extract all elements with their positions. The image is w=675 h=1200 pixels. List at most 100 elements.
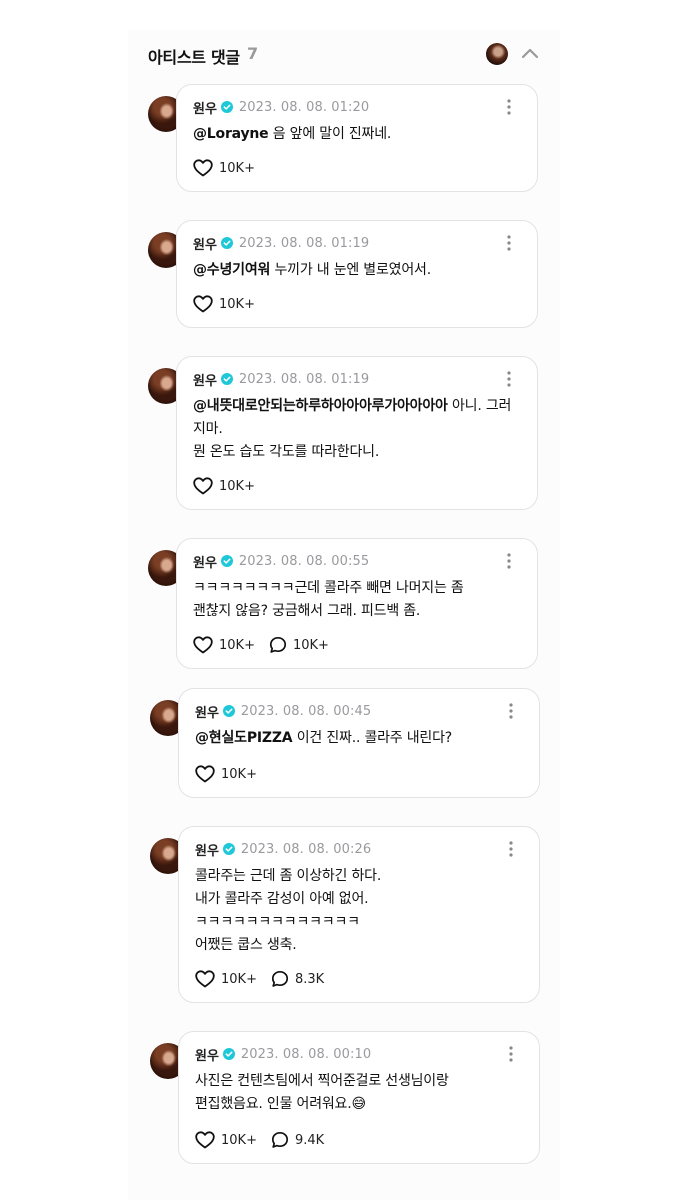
reply-count: 8.3K xyxy=(294,971,325,987)
author-name[interactable]: 원우 xyxy=(195,840,219,859)
author-name[interactable]: 원우 xyxy=(195,702,219,721)
like-count: 10K+ xyxy=(221,971,257,987)
reply-button[interactable]: 9.4K xyxy=(271,1131,324,1149)
comment-bubble-icon xyxy=(269,636,287,653)
verified-badge-icon xyxy=(220,373,233,385)
comment-line: @수녕기여워 누끼가 내 눈엔 별로였어서. xyxy=(193,259,521,282)
more-options-icon[interactable] xyxy=(503,701,519,721)
comment-item: 원우 2023. 08. 08. 00:26 콜라주는 근데 좀 이상하긴 하다. 내… xyxy=(150,826,546,1003)
reply-count: 9.4K xyxy=(294,1132,325,1148)
mention-link[interactable]: @내뜻대로안되는하루하아아아루가아아아아 xyxy=(193,398,448,414)
like-button[interactable]: 10K+ xyxy=(193,159,255,177)
more-options-icon[interactable] xyxy=(503,839,519,859)
more-options-icon[interactable] xyxy=(501,233,517,253)
mention-link[interactable]: @Lorayne xyxy=(193,126,269,142)
comment-item: 원우 2023. 08. 08. 00:55 ㅋㅋㅋㅋㅋㅋㅋㅋ근데 콜라주 빼면 나… xyxy=(148,538,544,669)
chevron-up-icon[interactable] xyxy=(518,42,542,66)
artist-comments-header: 아티스트 댓글 7 xyxy=(148,40,548,70)
header-title: 아티스트 댓글 xyxy=(148,48,240,67)
reply-count: 10K+ xyxy=(292,637,329,653)
comment-date: 2023. 08. 08. 00:55 xyxy=(238,553,370,569)
comment-body: 사진은 컨텐츠팀에서 찍어준걸로 선생님이랑편집했음요. 인물 어려워요.😅 xyxy=(195,1070,523,1116)
heart-icon xyxy=(195,1131,215,1149)
comment-date: 2023. 08. 08. 01:20 xyxy=(238,99,370,115)
mention-link[interactable]: @현실도PIZZA xyxy=(195,730,293,746)
comment-body: @Lorayne 음 앞에 말이 진짜네. xyxy=(193,123,521,146)
comment-card: 원우 2023. 08. 08. 00:55 ㅋㅋㅋㅋㅋㅋㅋㅋ근데 콜라주 빼면 나… xyxy=(176,538,538,669)
comment-bubble-icon xyxy=(271,970,289,987)
comment-date: 2023. 08. 08. 01:19 xyxy=(238,371,370,387)
comment-card: 원우 2023. 08. 08. 00:26 콜라주는 근데 좀 이상하긴 하다. 내… xyxy=(178,826,540,1003)
comment-card: 원우 2023. 08. 08. 01:19 @내뜻대로안되는하루하아아아루가아아아… xyxy=(176,356,538,510)
comment-line: 괜찮지 않음? 궁금해서 그래. 피드백 좀. xyxy=(193,603,421,619)
comment-line: @내뜻대로안되는하루하아아아루가아아아아 아니. 그러지마. xyxy=(193,395,521,441)
verified-badge-icon xyxy=(222,705,235,717)
author-name[interactable]: 원우 xyxy=(193,370,217,389)
comment-line: 편집했음요. 인물 어려워요.😅 xyxy=(195,1096,366,1112)
comment-line: @현실도PIZZA 이건 진짜.. 콜라주 내린다? xyxy=(195,727,523,750)
comment-date: 2023. 08. 08. 00:10 xyxy=(240,1046,372,1062)
verified-badge-icon xyxy=(222,1048,235,1060)
comment-text: 이건 진짜.. 콜라주 내린다? xyxy=(296,730,452,746)
comment-line: 내가 콜라주 감성이 아예 없어. xyxy=(195,891,369,907)
comment-card: 원우 2023. 08. 08. 01:19 @수녕기여워 누끼가 내 눈엔 별로였… xyxy=(176,220,538,328)
comment-meta: 원우 2023. 08. 08. 00:26 xyxy=(195,839,371,859)
comment-body: @내뜻대로안되는하루하아아아루가아아아아 아니. 그러지마. 뭔 온도 습도 각도… xyxy=(193,395,521,464)
comment-card: 원우 2023. 08. 08. 00:10 사진은 컨텐츠팀에서 찍어준걸로 선생… xyxy=(178,1031,540,1164)
heart-icon xyxy=(195,765,215,783)
header-count: 7 xyxy=(247,44,259,63)
more-options-icon[interactable] xyxy=(503,1044,519,1064)
comment-meta: 원우 2023. 08. 08. 01:19 xyxy=(193,233,369,253)
like-button[interactable]: 10K+ xyxy=(195,765,257,783)
more-options-icon[interactable] xyxy=(501,551,517,571)
verified-badge-icon xyxy=(220,555,233,567)
comment-meta: 원우 2023. 08. 08. 00:10 xyxy=(195,1044,371,1064)
like-count: 10K+ xyxy=(219,160,255,176)
like-count: 10K+ xyxy=(221,766,257,782)
comment-actions: 10K+ 8.3K xyxy=(195,968,338,990)
reply-button[interactable]: 8.3K xyxy=(271,970,324,988)
comment-line: 콜라주는 근데 좀 이상하긴 하다. xyxy=(195,868,382,884)
comment-actions: 10K+ xyxy=(193,475,269,497)
comment-line: 사진은 컨텐츠팀에서 찍어준걸로 선생님이랑 xyxy=(195,1073,449,1089)
author-name[interactable]: 원우 xyxy=(193,234,217,253)
comment-actions: 10K+ 10K+ xyxy=(193,634,343,656)
comment-item: 원우 2023. 08. 08. 00:45 @현실도PIZZA 이건 진짜.. 콜… xyxy=(150,688,546,798)
like-button[interactable]: 10K+ xyxy=(193,636,255,654)
comment-card: 원우 2023. 08. 08. 00:45 @현실도PIZZA 이건 진짜.. 콜… xyxy=(178,688,540,798)
comment-text: 음 앞에 말이 진짜네. xyxy=(272,126,392,142)
like-button[interactable]: 10K+ xyxy=(195,970,257,988)
heart-icon xyxy=(193,295,213,313)
comment-line: 어쨌든 쿱스 생축. xyxy=(195,937,297,953)
more-options-icon[interactable] xyxy=(501,369,517,389)
comment-line: @Lorayne 음 앞에 말이 진짜네. xyxy=(193,123,521,146)
comment-body: @현실도PIZZA 이건 진짜.. 콜라주 내린다? xyxy=(195,727,523,750)
like-button[interactable]: 10K+ xyxy=(195,1131,257,1149)
comment-body: ㅋㅋㅋㅋㅋㅋㅋㅋ근데 콜라주 빼면 나머지는 좀 괜찮지 않음? 궁금해서 그래.… xyxy=(193,577,521,623)
comment-actions: 10K+ xyxy=(193,157,269,179)
author-name[interactable]: 원우 xyxy=(195,1045,219,1064)
like-button[interactable]: 10K+ xyxy=(193,477,255,495)
heart-icon xyxy=(193,636,213,654)
header-avatar xyxy=(486,43,508,65)
like-count: 10K+ xyxy=(219,637,255,653)
more-options-icon[interactable] xyxy=(501,97,517,117)
author-name[interactable]: 원우 xyxy=(193,98,217,117)
author-name[interactable]: 원우 xyxy=(193,552,217,571)
comment-meta: 원우 2023. 08. 08. 00:55 xyxy=(193,551,369,571)
heart-icon xyxy=(193,477,213,495)
mention-link[interactable]: @수녕기여워 xyxy=(193,262,270,278)
verified-badge-icon xyxy=(220,101,233,113)
like-count: 10K+ xyxy=(219,296,255,312)
comment-date: 2023. 08. 08. 01:19 xyxy=(238,235,370,251)
like-count: 10K+ xyxy=(219,478,255,494)
heart-icon xyxy=(193,159,213,177)
comment-actions: 10K+ xyxy=(193,293,269,315)
comment-text: 누끼가 내 눈엔 별로였어서. xyxy=(274,262,431,278)
reply-button[interactable]: 10K+ xyxy=(269,636,329,654)
like-button[interactable]: 10K+ xyxy=(193,295,255,313)
comment-body: 콜라주는 근데 좀 이상하긴 하다. 내가 콜라주 감성이 아예 없어. ㅋㅋㅋㅋㅋ… xyxy=(195,865,523,957)
comment-body: @수녕기여워 누끼가 내 눈엔 별로였어서. xyxy=(193,259,521,282)
comment-line: 뭔 온도 습도 각도를 따라한다니. xyxy=(193,444,380,460)
comment-meta: 원우 2023. 08. 08. 00:45 xyxy=(195,701,371,721)
